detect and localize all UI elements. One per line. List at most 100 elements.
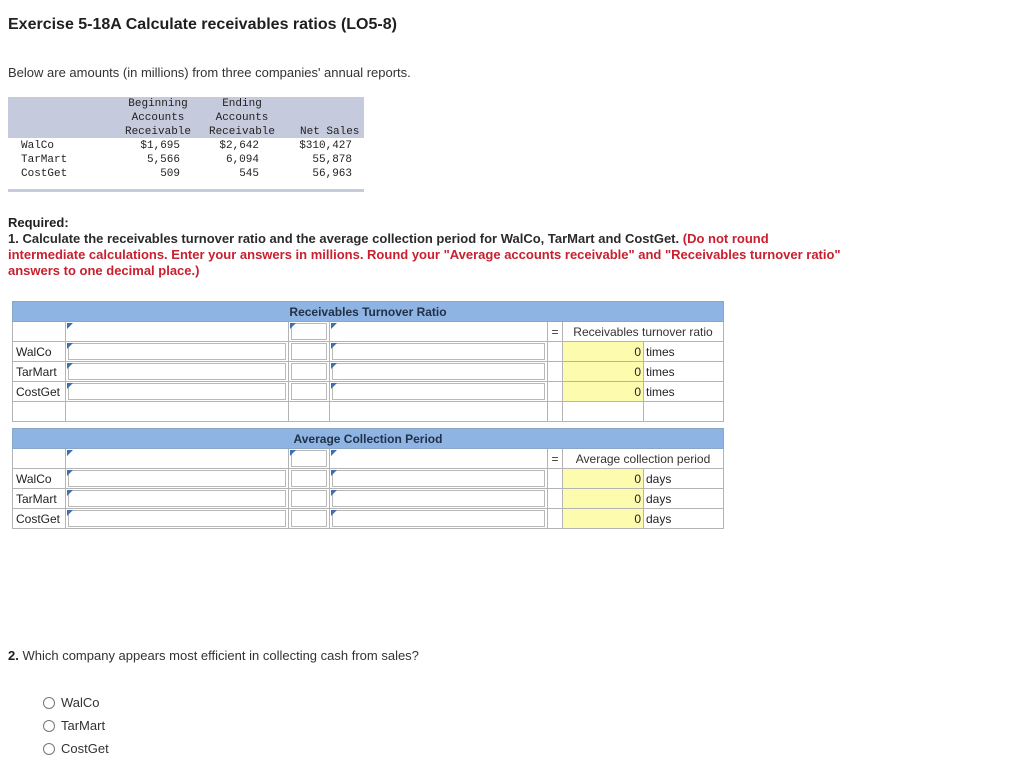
spacer-cell <box>643 401 724 422</box>
turnover-unit-tarmart: times <box>643 361 724 382</box>
input-box <box>68 363 286 380</box>
input-box <box>291 323 327 340</box>
spacer-cell <box>65 401 289 422</box>
ending-header-3: Receivable <box>208 126 275 138</box>
input-box <box>332 343 545 360</box>
turnover-numerator-label-input[interactable] <box>65 321 289 342</box>
radio-option-tarmart[interactable]: TarMart <box>43 718 105 733</box>
turnover-operator-input[interactable] <box>288 321 330 342</box>
equals-sign: = <box>547 448 563 469</box>
radio-circle-icon[interactable] <box>43 742 55 755</box>
input-box <box>291 510 327 527</box>
turnover-header: Receivables Turnover Ratio <box>12 301 724 322</box>
dropdown-marker-icon <box>290 323 296 329</box>
dropdown-marker-icon <box>67 490 73 496</box>
collection-operator-input[interactable] <box>288 448 330 469</box>
input-box <box>68 510 286 527</box>
exercise-title: Exercise 5-18A Calculate receivables rat… <box>8 16 397 33</box>
collection-denominator-label-input[interactable] <box>329 448 548 469</box>
radio-circle-icon[interactable] <box>43 696 55 709</box>
collection-eq-blank <box>547 508 563 529</box>
question-2-number: 2. <box>8 648 19 663</box>
dropdown-marker-icon <box>67 510 73 516</box>
given-ending-costget: 545 <box>239 168 259 180</box>
dropdown-marker-icon <box>331 490 337 496</box>
spacer-cell <box>12 401 66 422</box>
input-box <box>291 470 327 487</box>
given-company-walco: WalCo <box>21 140 55 152</box>
given-sales-tarmart: 55,878 <box>312 154 352 166</box>
sales-header: Net Sales <box>300 126 360 138</box>
collection-result-walco: 0 <box>562 468 644 489</box>
collection-unit-costget: days <box>643 508 724 529</box>
input-box <box>332 510 545 527</box>
input-box <box>332 363 545 380</box>
dropdown-marker-icon <box>67 323 73 329</box>
input-box <box>291 363 327 380</box>
collection-company-costget: CostGet <box>12 508 66 529</box>
intro-text: Below are amounts (in millions) from thr… <box>8 65 411 80</box>
dropdown-marker-icon <box>290 450 296 456</box>
collection-denominator-walco[interactable] <box>329 468 548 489</box>
turnover-numerator-tarmart[interactable] <box>65 361 289 382</box>
turnover-denominator-tarmart[interactable] <box>329 361 548 382</box>
dropdown-marker-icon <box>331 343 337 349</box>
turnover-operator-costget[interactable] <box>288 381 330 402</box>
turnover-eq-blank <box>547 361 563 382</box>
turnover-operator-walco[interactable] <box>288 341 330 362</box>
input-box <box>291 383 327 400</box>
turnover-unit-costget: times <box>643 381 724 402</box>
collection-operator-walco[interactable] <box>288 468 330 489</box>
dropdown-marker-icon <box>67 450 73 456</box>
collection-result-costget: 0 <box>562 508 644 529</box>
turnover-numerator-walco[interactable] <box>65 341 289 362</box>
collection-numerator-tarmart[interactable] <box>65 488 289 509</box>
turnover-denominator-costget[interactable] <box>329 381 548 402</box>
radio-option-costget[interactable]: CostGet <box>43 741 109 756</box>
input-box <box>68 343 286 360</box>
turnover-numerator-costget[interactable] <box>65 381 289 402</box>
collection-numerator-walco[interactable] <box>65 468 289 489</box>
collection-operator-costget[interactable] <box>288 508 330 529</box>
ending-header-2: Accounts <box>215 112 269 124</box>
required-text: 1. Calculate the receivables turnover ra… <box>8 231 680 246</box>
turnover-eq-blank <box>547 381 563 402</box>
spacer-cell <box>288 401 330 422</box>
radio-label: WalCo <box>61 695 100 710</box>
dropdown-marker-icon <box>331 323 337 329</box>
spacer-cell <box>329 401 548 422</box>
turnover-result-costget: 0 <box>562 381 644 402</box>
question-2-text: Which company appears most efficient in … <box>22 648 419 663</box>
dropdown-marker-icon <box>331 470 337 476</box>
radio-circle-icon[interactable] <box>43 719 55 732</box>
turnover-denominator-label-input[interactable] <box>329 321 548 342</box>
given-company-costget: CostGet <box>21 168 68 180</box>
collection-numerator-costget[interactable] <box>65 508 289 529</box>
given-ending-tarmart: 6,094 <box>225 154 259 166</box>
collection-header: Average Collection Period <box>12 428 724 449</box>
given-company-tarmart: TarMart <box>21 154 68 166</box>
given-data-table: Beginning Accounts Receivable Ending Acc… <box>8 97 364 193</box>
collection-result-tarmart: 0 <box>562 488 644 509</box>
turnover-operator-tarmart[interactable] <box>288 361 330 382</box>
collection-numerator-label-input[interactable] <box>65 448 289 469</box>
turnover-company-costget: CostGet <box>12 381 66 402</box>
collection-result-label: Average collection period <box>562 448 724 469</box>
collection-denominator-tarmart[interactable] <box>329 488 548 509</box>
input-box <box>291 490 327 507</box>
input-box <box>332 470 545 487</box>
collection-operator-tarmart[interactable] <box>288 488 330 509</box>
input-box <box>68 470 286 487</box>
collection-unit-tarmart: days <box>643 488 724 509</box>
dropdown-marker-icon <box>67 470 73 476</box>
input-box <box>291 343 327 360</box>
required-text-block: 1. Calculate the receivables turnover ra… <box>8 231 848 279</box>
turnover-result-walco: 0 <box>562 341 644 362</box>
turnover-denominator-walco[interactable] <box>329 341 548 362</box>
collection-denominator-costget[interactable] <box>329 508 548 529</box>
radio-option-walco[interactable]: WalCo <box>43 695 100 710</box>
question-2: 2. Which company appears most efficient … <box>8 648 419 663</box>
beginning-header-1: Beginning <box>128 98 188 110</box>
input-box <box>332 383 545 400</box>
dropdown-marker-icon <box>331 363 337 369</box>
